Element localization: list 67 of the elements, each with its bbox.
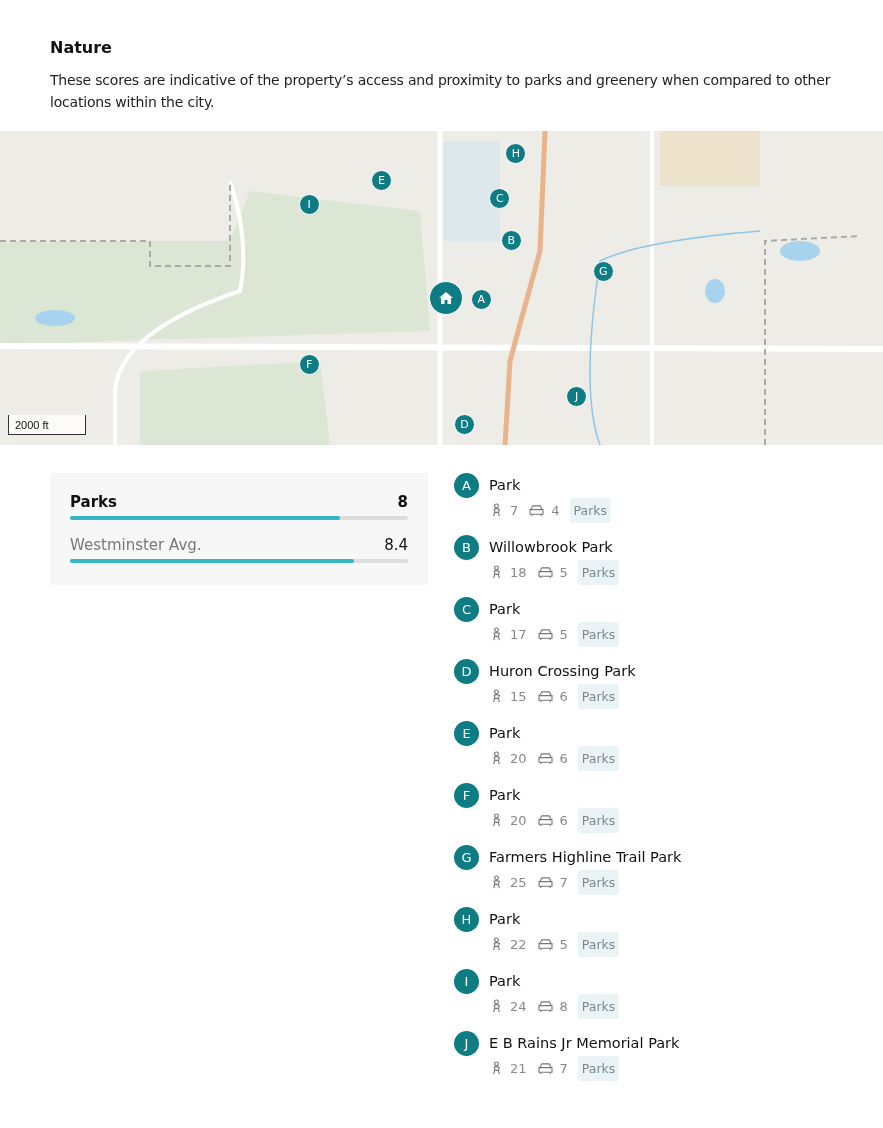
walk-time: 25	[510, 875, 527, 890]
category-tag: Parks	[577, 622, 620, 647]
score-label: Westminster Avg.	[70, 536, 202, 554]
category-tag: Parks	[569, 498, 612, 523]
section-description: These scores are indicative of the property’s access and proximity to parks and greenery when compared to other locations within the city.	[50, 71, 832, 112]
place-marker-letter: D	[454, 659, 479, 684]
drive-time: 8	[559, 999, 568, 1014]
place-name: Huron Crossing Park	[489, 662, 636, 681]
place-name: Park	[489, 972, 522, 991]
walk-time: 17	[510, 627, 527, 642]
place-name: Park	[489, 724, 522, 743]
place-marker-letter: F	[454, 783, 479, 808]
drive-time: 4	[551, 503, 560, 518]
category-tag: Parks	[577, 1056, 620, 1081]
place-marker-letter: A	[454, 473, 479, 498]
score-value: 8.4	[384, 536, 408, 554]
drive-time: 5	[559, 627, 568, 642]
walk-time: 20	[510, 813, 527, 828]
place-marker-letter: B	[454, 535, 479, 560]
place-name: Willowbrook Park	[489, 538, 614, 557]
place-marker-letter: J	[454, 1031, 479, 1056]
walk-time: 22	[510, 937, 527, 952]
car-icon	[536, 566, 554, 579]
category-tag: Parks	[577, 870, 620, 895]
car-icon	[536, 628, 554, 641]
place-name: Farmers Highline Trail Park	[489, 848, 682, 867]
place-marker-letter: G	[454, 845, 479, 870]
place-marker-letter: H	[454, 907, 479, 932]
category-tag: Parks	[577, 746, 620, 771]
drive-time: 7	[559, 1061, 568, 1076]
place-name: Park	[489, 600, 522, 619]
drive-time: 6	[559, 751, 568, 766]
place-name: Park	[489, 476, 522, 495]
score-label: Parks	[70, 493, 117, 511]
place-marker-letter: E	[454, 721, 479, 746]
drive-time: 7	[559, 875, 568, 890]
category-tag: Parks	[577, 932, 620, 957]
drive-time: 6	[559, 813, 568, 828]
car-icon	[536, 1000, 554, 1013]
score-value: 8	[397, 493, 408, 511]
car-icon	[536, 876, 554, 889]
walk-time: 18	[510, 565, 527, 580]
walk-time: 15	[510, 689, 527, 704]
car-icon	[536, 690, 554, 703]
drive-time: 6	[559, 689, 568, 704]
scale-bar: 2000 ft	[8, 415, 86, 435]
section-title: Nature	[50, 38, 113, 57]
car-icon	[536, 752, 554, 765]
place-name: E B Rains Jr Memorial Park	[489, 1034, 680, 1053]
car-icon	[528, 504, 546, 517]
place-name: Park	[489, 786, 522, 805]
place-name: Park	[489, 910, 522, 929]
car-icon	[536, 814, 554, 827]
walk-time: 21	[510, 1061, 527, 1076]
category-tag: Parks	[577, 994, 620, 1019]
car-icon	[536, 938, 554, 951]
walk-time: 20	[510, 751, 527, 766]
category-tag: Parks	[577, 684, 620, 709]
drive-time: 5	[559, 937, 568, 952]
car-icon	[536, 1062, 554, 1075]
place-marker-letter: C	[454, 597, 479, 622]
category-tag: Parks	[577, 560, 620, 585]
category-tag: Parks	[577, 808, 620, 833]
drive-time: 5	[559, 565, 568, 580]
walk-time: 24	[510, 999, 527, 1014]
walk-time: 7	[510, 503, 519, 518]
place-marker-letter: I	[454, 969, 479, 994]
